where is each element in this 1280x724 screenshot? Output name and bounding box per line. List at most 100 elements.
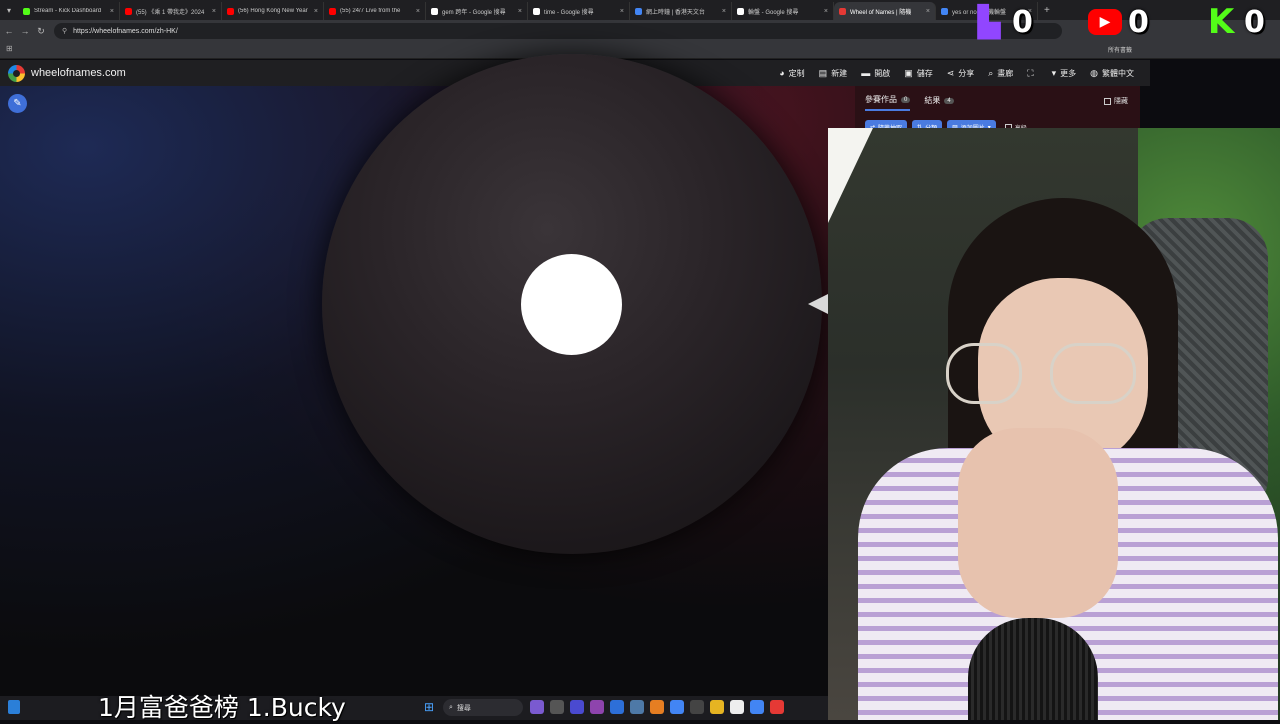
app-icon[interactable] bbox=[570, 700, 584, 714]
wheel-logo-icon[interactable] bbox=[8, 64, 25, 82]
browser-tab[interactable]: 輪盤 - Google 搜尋 × bbox=[732, 2, 834, 20]
app-icon[interactable] bbox=[530, 700, 544, 714]
webcam-microphone bbox=[968, 618, 1098, 720]
tab-favicon-icon bbox=[125, 7, 132, 15]
tab-favicon-icon bbox=[839, 7, 846, 15]
menu-item-search[interactable]: ⌕ 畫廊 bbox=[988, 68, 1013, 79]
tabs-container: Stream - Kick Dashboard × (55) 《乘 1 帶我走》20… bbox=[18, 0, 1038, 20]
browser-tab[interactable]: Stream - Kick Dashboard × bbox=[18, 2, 120, 20]
tab-favicon-icon bbox=[533, 7, 540, 15]
stream-caption: 1月富爸爸榜 1.Bucky bbox=[98, 693, 346, 722]
app-icon[interactable] bbox=[630, 700, 644, 714]
menu-item-palette[interactable]: ◕ 定制 bbox=[779, 68, 804, 79]
url-field[interactable]: ⚲ https://wheelofnames.com/zh-HK/ bbox=[54, 23, 1062, 39]
tab-favicon-icon bbox=[23, 7, 30, 15]
kick-count: 0 bbox=[1244, 4, 1265, 40]
youtube-icon: ▶ bbox=[1088, 9, 1122, 35]
close-tab-icon[interactable]: × bbox=[212, 8, 216, 15]
forward-icon[interactable]: → bbox=[18, 26, 32, 36]
twitch-icon: ▙ bbox=[977, 4, 1001, 40]
back-icon[interactable]: ← bbox=[2, 26, 16, 36]
reload-icon[interactable]: ↻ bbox=[34, 26, 48, 37]
menu-item-label: 畫廊 bbox=[997, 68, 1014, 78]
tab-results-label: 結果 bbox=[924, 96, 941, 105]
close-tab-icon[interactable]: × bbox=[620, 8, 624, 15]
menu-item-label: 更多 bbox=[1060, 68, 1077, 78]
taskbar-search[interactable]: ⌕ 搜尋 bbox=[443, 699, 523, 716]
bookmarks-bar: ⊞ 所有書籤 bbox=[0, 42, 1280, 59]
tab-favicon-icon bbox=[635, 7, 642, 15]
close-tab-icon[interactable]: × bbox=[416, 8, 420, 15]
tab-title: Stream - Kick Dashboard bbox=[34, 8, 102, 14]
search-icon: ⌕ bbox=[449, 703, 453, 711]
hide-checkbox-box[interactable] bbox=[1104, 97, 1111, 105]
menu-item-fullscreen[interactable]: ⛶ bbox=[1027, 68, 1037, 79]
menu-item-save[interactable]: ▣ 儲存 bbox=[904, 68, 933, 79]
hide-checkbox[interactable]: 隱藏 bbox=[1104, 96, 1128, 106]
browser-tab[interactable]: Wheel of Names | 隨機 × bbox=[834, 2, 936, 20]
new-file-icon: ▤ bbox=[818, 67, 828, 78]
browser-tab[interactable]: (56) Hong Kong New Year × bbox=[222, 2, 324, 20]
close-tab-icon[interactable]: × bbox=[314, 8, 318, 15]
glasses-right-lens bbox=[1050, 343, 1136, 404]
tab-title: 網上時鐘 | 香港天文台 bbox=[646, 9, 705, 16]
menu-item-folder[interactable]: ▬ 開啟 bbox=[861, 68, 890, 79]
browser-tab[interactable]: (55) 《乘 1 帶我走》2024 × bbox=[120, 2, 222, 20]
tab-search-icon[interactable]: ▾ bbox=[0, 0, 18, 20]
tab-entries[interactable]: 參賽作品 0 bbox=[865, 94, 911, 111]
close-tab-icon[interactable]: × bbox=[722, 8, 726, 15]
browser-tab[interactable]: gem 跨年 - Google 搜尋 × bbox=[426, 2, 528, 20]
webcam-person-hands bbox=[958, 428, 1118, 618]
all-bookmarks-button[interactable]: 所有書籤 bbox=[1108, 45, 1132, 54]
app-icon[interactable] bbox=[690, 700, 704, 714]
app-icon[interactable] bbox=[610, 700, 624, 714]
close-tab-icon[interactable]: × bbox=[824, 8, 828, 15]
app-icon[interactable] bbox=[550, 700, 564, 714]
results-count-badge: 4 bbox=[944, 97, 954, 104]
tab-title: Wheel of Names | 隨機 bbox=[850, 9, 912, 16]
tab-results[interactable]: 結果 4 bbox=[924, 94, 954, 111]
folder-icon: ▬ bbox=[861, 68, 871, 78]
taskbar-apps bbox=[530, 700, 784, 714]
browser-tab[interactable]: (55) 24/7 Live from the × bbox=[324, 2, 426, 20]
app-icon[interactable] bbox=[650, 700, 664, 714]
tab-title: (55) 24/7 Live from the bbox=[340, 8, 401, 14]
webcam-edge-highlight bbox=[828, 128, 873, 223]
wheel-center-hub[interactable] bbox=[521, 254, 622, 355]
menu-item-more[interactable]: ▾ 更多 bbox=[1052, 68, 1077, 79]
url-text: https://wheelofnames.com/zh-HK/ bbox=[73, 27, 178, 35]
tab-favicon-icon bbox=[329, 7, 336, 15]
app-icon[interactable] bbox=[590, 700, 604, 714]
more-icon: ▾ bbox=[1051, 67, 1057, 78]
kick-icon: K bbox=[1207, 2, 1235, 42]
start-menu-icon[interactable]: ⊞ bbox=[424, 701, 436, 713]
close-tab-icon[interactable]: × bbox=[110, 8, 114, 15]
site-name[interactable]: wheelofnames.com bbox=[31, 67, 126, 79]
chrome-icon[interactable] bbox=[750, 700, 764, 714]
close-tab-icon[interactable]: × bbox=[926, 8, 930, 15]
tab-title: 輪盤 - Google 搜尋 bbox=[748, 9, 799, 16]
browser-tab[interactable]: 網上時鐘 | 香港天文台 × bbox=[630, 2, 732, 20]
app-icon[interactable] bbox=[730, 700, 744, 714]
youtube-count: 0 bbox=[1128, 4, 1149, 40]
menu-item-label: 定制 bbox=[788, 68, 805, 78]
new-tab-button[interactable]: + bbox=[1038, 5, 1056, 16]
menu-item-new-file[interactable]: ▤ 新建 bbox=[819, 68, 848, 79]
close-tab-icon[interactable]: × bbox=[518, 8, 522, 15]
webcam-overlay bbox=[828, 128, 1280, 720]
widgets-icon[interactable] bbox=[8, 700, 20, 714]
menu-item-globe[interactable]: ◍ 繁體中文 bbox=[1090, 68, 1134, 79]
browser-tab[interactable]: time - Google 搜尋 × bbox=[528, 2, 630, 20]
menu-item-share[interactable]: ⋖ 分享 bbox=[947, 68, 975, 79]
twitch-counter: ▙ 0 bbox=[972, 4, 1032, 40]
glasses-left-lens bbox=[946, 343, 1022, 404]
tab-entries-label: 參賽作品 bbox=[865, 95, 897, 104]
folder-icon[interactable] bbox=[710, 700, 724, 714]
edit-pencil-icon[interactable]: ✎ bbox=[8, 94, 27, 113]
site-info-icon[interactable]: ⚲ bbox=[62, 27, 67, 35]
hide-label: 隱藏 bbox=[1114, 98, 1128, 105]
app-icon[interactable] bbox=[770, 700, 784, 714]
tab-title: gem 跨年 - Google 搜尋 bbox=[442, 9, 506, 16]
apps-icon[interactable]: ⊞ bbox=[6, 44, 13, 53]
chrome-icon[interactable] bbox=[670, 700, 684, 714]
